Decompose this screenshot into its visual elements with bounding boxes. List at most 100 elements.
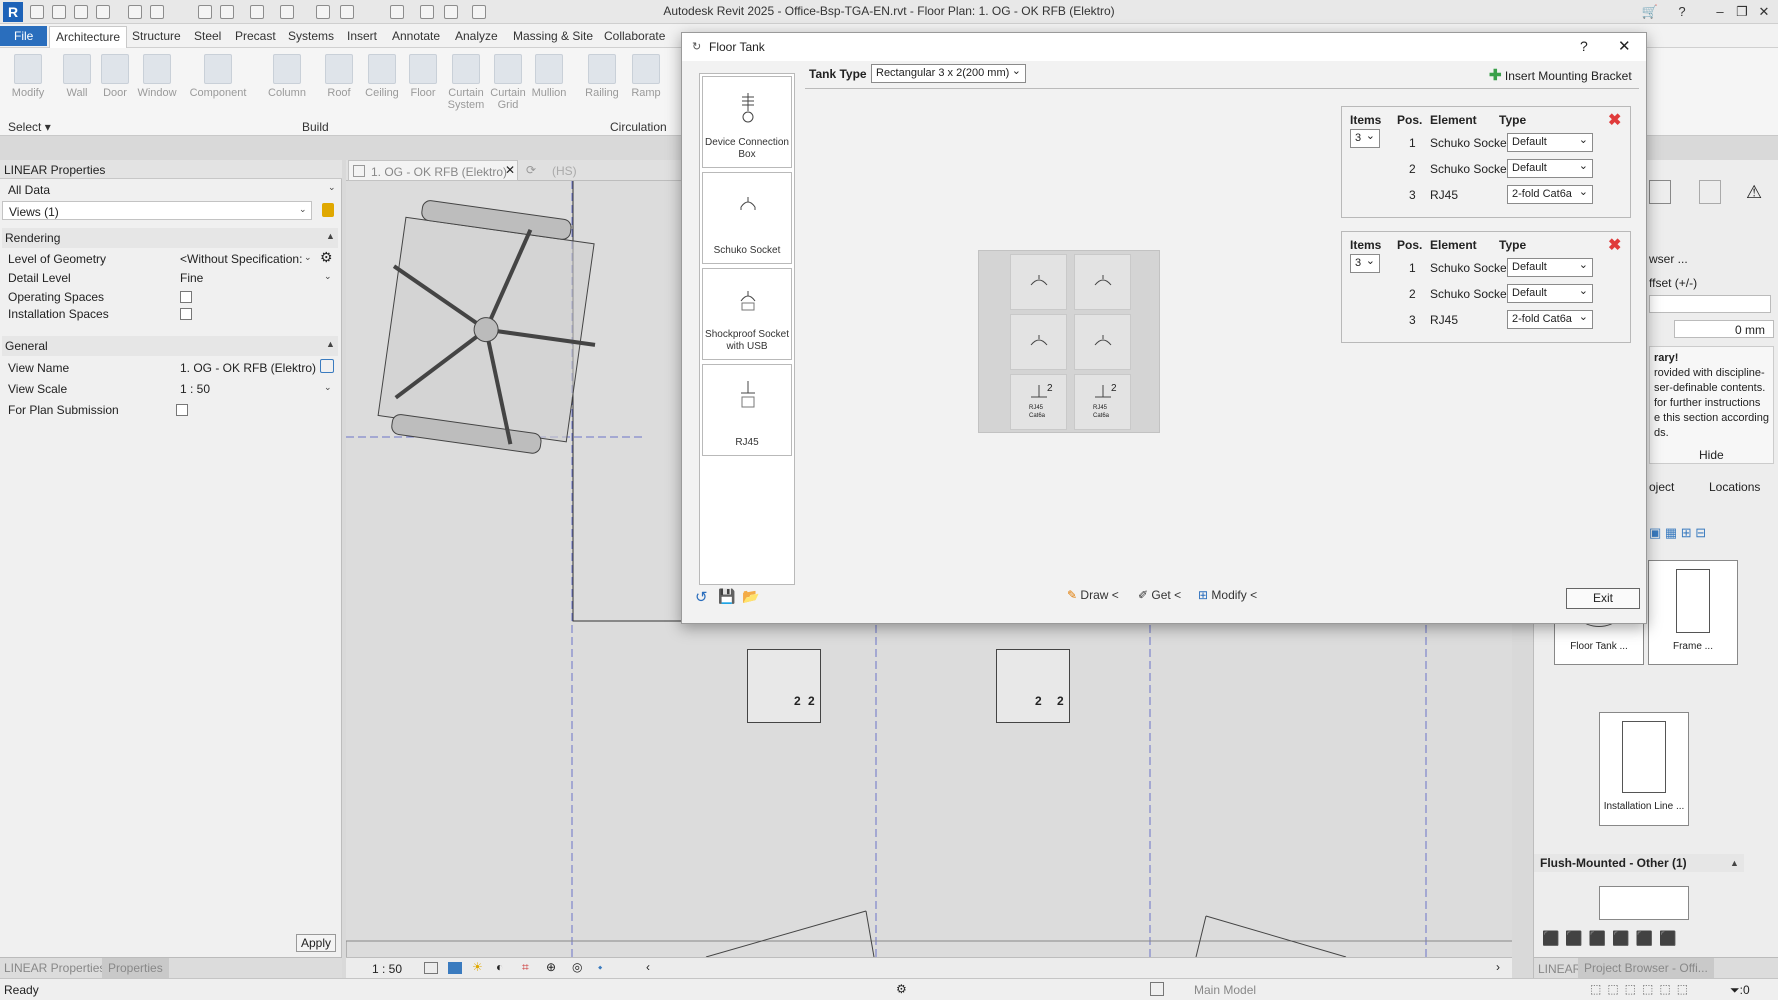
card-other[interactable] xyxy=(1599,886,1689,920)
warning-icon[interactable]: ⚠ xyxy=(1746,182,1762,203)
lock-icon[interactable] xyxy=(322,203,334,217)
window-button[interactable]: Window xyxy=(134,54,180,99)
filter-icon[interactable]: ⏷:0 xyxy=(1730,983,1750,998)
view-mode-icons[interactable]: ▣ ▦ ⊞ ⊟ xyxy=(1649,525,1706,541)
modify-button[interactable]: Modify xyxy=(8,54,48,99)
tab-systems[interactable]: Systems xyxy=(282,28,340,46)
save-icon[interactable]: 💾 xyxy=(718,588,735,605)
type-select[interactable]: Default xyxy=(1507,133,1593,152)
tab-massing-site[interactable]: Massing & Site xyxy=(507,28,599,46)
plan-submission-checkbox[interactable] xyxy=(176,404,188,416)
delete-config-2-icon[interactable]: ✖ xyxy=(1608,238,1621,254)
help-icon[interactable]: ? xyxy=(1672,3,1692,21)
preview-slot-2[interactable] xyxy=(1074,254,1131,310)
railing-button[interactable]: Railing xyxy=(580,54,624,99)
get-button[interactable]: ✐ Get < xyxy=(1138,588,1181,602)
edit-view-icon[interactable] xyxy=(320,359,334,373)
reset-icon[interactable]: ↺ xyxy=(695,588,708,606)
tab-refresh-icon[interactable]: ⟳ xyxy=(526,163,536,177)
tab-collaborate[interactable]: Collaborate xyxy=(598,28,671,46)
mullion-button[interactable]: Mullion xyxy=(528,54,570,99)
tab-linear-properties[interactable]: LINEAR Properties xyxy=(4,961,105,975)
type-select[interactable]: 2-fold Cat6a xyxy=(1507,310,1593,329)
roof-button[interactable]: Roof xyxy=(324,54,354,99)
type-select[interactable]: Default xyxy=(1507,159,1593,178)
draw-button[interactable]: ✎ Draw < xyxy=(1067,588,1119,602)
tab-steel[interactable]: Steel xyxy=(188,28,227,46)
view-tab-hs[interactable]: (HS) xyxy=(552,164,577,178)
view-name-field[interactable]: 1. OG - OK RFB (Elektro) xyxy=(180,361,316,375)
tab-structure[interactable]: Structure xyxy=(126,28,187,46)
apply-button[interactable]: Apply xyxy=(296,934,336,952)
preview-slot-1[interactable] xyxy=(1010,254,1067,310)
scroll-left-icon[interactable]: ‹ xyxy=(646,960,650,974)
library-rj45[interactable]: RJ45 xyxy=(702,364,792,456)
tab-project[interactable]: oject xyxy=(1649,480,1674,494)
modify-button[interactable]: ⊞ Modify < xyxy=(1198,588,1257,602)
shadows-icon[interactable]: ◐ xyxy=(496,960,503,974)
tank-type-select[interactable]: Rectangular 3 x 2(200 mm) xyxy=(871,64,1026,83)
component-button[interactable]: Component xyxy=(184,54,252,99)
open-folder-icon[interactable]: 📂 xyxy=(742,588,759,605)
cart-icon[interactable]: 🛒 xyxy=(1640,3,1660,21)
view-tab-floor-plan[interactable]: 1. OG - OK RFB (Elektro) ✕ xyxy=(348,160,518,181)
curtain-system-button[interactable]: Curtain System xyxy=(444,54,488,111)
reveal-hidden-icon[interactable]: ◎ xyxy=(572,960,582,974)
sun-path-icon[interactable]: ☀ xyxy=(472,960,483,974)
palette-tools-icons[interactable]: ⬛⬛⬛⬛⬛⬛ xyxy=(1542,930,1683,947)
installation-spaces-checkbox[interactable] xyxy=(180,308,192,320)
view-scale-select[interactable]: 1 : 50 xyxy=(180,382,210,396)
preview-slot-3[interactable] xyxy=(1010,314,1067,370)
tab-insert[interactable]: Insert xyxy=(341,28,383,46)
hide-link[interactable]: Hide xyxy=(1699,448,1724,462)
type-select[interactable]: 2-fold Cat6a xyxy=(1507,185,1593,204)
restore-button[interactable]: ❐ xyxy=(1732,3,1752,21)
visual-style-icon[interactable] xyxy=(448,962,462,974)
dialog-help-button[interactable]: ? xyxy=(1580,38,1588,54)
section-flush-mounted[interactable]: Flush-Mounted - Other (1) ▲ xyxy=(1534,854,1744,872)
worksharing-icon[interactable]: ⬩ xyxy=(598,960,602,975)
floor-tank-drawing-1[interactable]: 2 2 xyxy=(747,649,821,723)
insert-mounting-bracket-button[interactable]: ✚ Insert Mounting Bracket xyxy=(1489,66,1632,84)
toolbar-b-icon[interactable] xyxy=(1699,180,1721,204)
crop-view-icon[interactable]: ⌗ xyxy=(522,960,529,975)
tab-locations[interactable]: Locations xyxy=(1709,480,1760,494)
tab-file[interactable]: File xyxy=(0,26,48,46)
operating-spaces-checkbox[interactable] xyxy=(180,291,192,303)
tab-architecture[interactable]: Architecture xyxy=(49,26,128,48)
tab-precast[interactable]: Precast xyxy=(229,28,282,46)
tab-analyze[interactable]: Analyze xyxy=(449,28,504,46)
floor-tank-drawing-2[interactable]: 2 2 xyxy=(996,649,1070,723)
worksets-icon[interactable]: ⚙ xyxy=(896,982,907,996)
library-schuko-socket[interactable]: Schuko Socket xyxy=(702,172,792,264)
tab-linear[interactable]: LINEAR xyxy=(1538,962,1581,976)
door-button[interactable]: Door xyxy=(98,54,132,99)
views-dropdown[interactable]: Views (1) ⌄ xyxy=(2,201,312,220)
gear-icon[interactable]: ⚙ xyxy=(320,249,333,266)
preview-slot-6[interactable]: 2 RJ45 Cat6a xyxy=(1074,374,1131,430)
tab-project-browser[interactable]: Project Browser - Offi... xyxy=(1578,958,1714,978)
detail-level-icon[interactable] xyxy=(424,962,438,974)
library-device-connection-box[interactable]: Device Connection Box xyxy=(702,76,792,168)
design-options-icon[interactable] xyxy=(1150,982,1164,996)
level-of-geometry-select[interactable]: <Without Specification: xyxy=(180,252,302,266)
section-general[interactable]: General ▲ xyxy=(2,336,338,356)
main-model-label[interactable]: Main Model xyxy=(1194,983,1256,997)
type-select[interactable]: Default xyxy=(1507,284,1593,303)
exit-button[interactable]: Exit xyxy=(1566,588,1640,609)
ramp-button[interactable]: Ramp xyxy=(628,54,664,99)
column-button[interactable]: Column xyxy=(262,54,312,99)
card-installation-line[interactable]: Installation Line ... xyxy=(1599,712,1689,826)
tab-annotate[interactable]: Annotate xyxy=(386,28,446,46)
offset-field[interactable]: 0 mm xyxy=(1674,320,1774,338)
detail-level-select[interactable]: Fine xyxy=(180,271,203,285)
tab-properties[interactable]: Properties xyxy=(102,958,169,978)
select-dropdown[interactable]: Select ▾ xyxy=(8,120,51,134)
section-rendering[interactable]: Rendering ▲ xyxy=(2,228,338,248)
items-count-select[interactable]: 3 xyxy=(1350,254,1380,273)
delete-config-1-icon[interactable]: ✖ xyxy=(1608,113,1621,129)
selection-tools-icons[interactable]: ⬚⬚⬚⬚⬚⬚ xyxy=(1590,982,1694,996)
preview-slot-4[interactable] xyxy=(1074,314,1131,370)
preview-slot-5[interactable]: 2 RJ45 Cat6a xyxy=(1010,374,1067,430)
temporary-hide-icon[interactable]: ⊕ xyxy=(546,960,556,974)
